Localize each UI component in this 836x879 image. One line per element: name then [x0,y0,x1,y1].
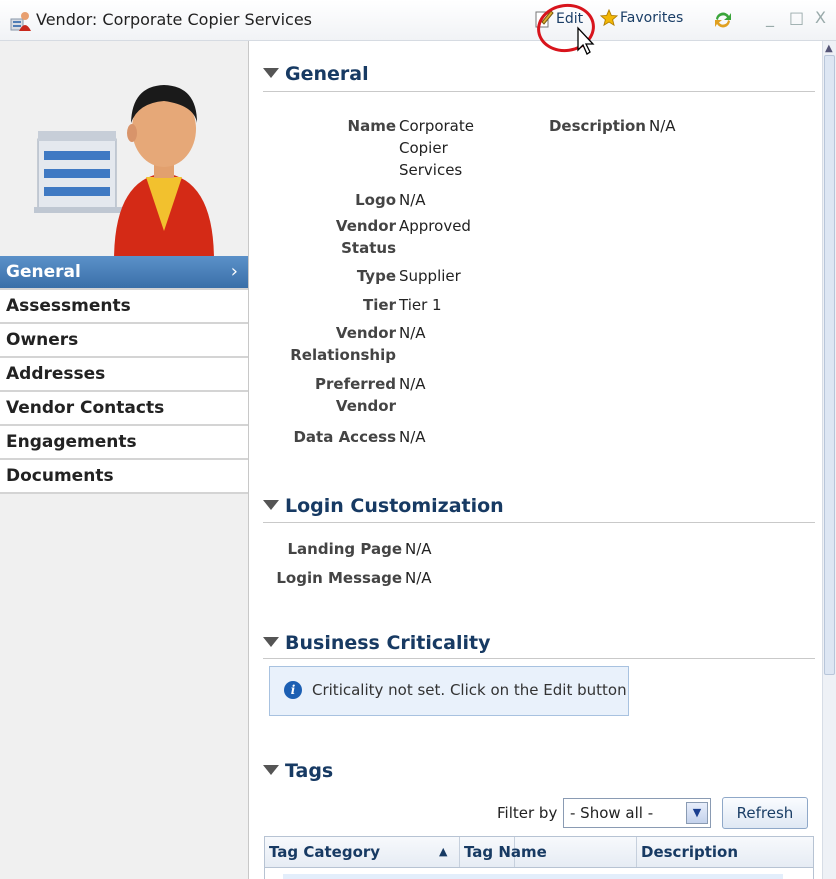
logo-label: Logo [355,191,396,209]
login-message-value: N/A [405,569,432,587]
tier-label: Tier [363,296,396,314]
preferred-vendor-label-2: Vendor [335,397,396,415]
name-label: Name [347,117,396,135]
window-title: Vendor: Corporate Copier Services [36,10,313,29]
criticality-section-toggle[interactable]: Business Criticality [263,632,490,654]
sidebar-item-general[interactable]: General › [0,256,248,290]
collapse-triangle-icon [263,636,279,647]
general-heading: General [285,63,369,85]
divider [263,658,815,659]
preferred-vendor-value: N/A [399,375,426,393]
landing-page-label: Landing Page [287,540,403,558]
table-row[interactable] [283,874,783,879]
tags-heading: Tags [285,760,334,782]
logo-value: N/A [399,191,426,209]
type-label: Type [356,267,396,285]
sidebar-item-documents[interactable]: Documents [0,460,248,494]
tags-section-toggle[interactable]: Tags [263,760,333,782]
type-value: Supplier [399,267,461,285]
sidebar-item-label: Addresses [6,364,106,384]
maximize-button[interactable]: □ [789,8,804,27]
sidebar-item-label: Assessments [6,296,131,316]
collapse-triangle-icon [263,764,279,775]
data-access-label: Data Access [293,428,396,446]
preferred-vendor-label-1: Preferred [315,375,396,393]
vendor-relationship-value: N/A [399,324,426,342]
vendor-icon [10,12,31,31]
chevron-down-icon[interactable]: ▼ [686,802,708,824]
sidebar-item-label: Engagements [6,432,137,452]
close-button[interactable]: X [815,8,826,27]
filter-select-value: - Show all - [570,804,654,822]
criticality-info-box: i Criticality not set. Click on the Edit… [269,666,629,716]
filter-select[interactable]: - Show all - ▼ [563,798,711,828]
sidebar-item-label: Owners [6,330,79,350]
main-content: General Name Corporate Copier Services D… [249,41,822,879]
criticality-info-text: Criticality not set. Click on the Edit b… [312,681,627,699]
divider [263,522,815,523]
vendor-relationship-label-1: Vendor [335,324,396,342]
sort-asc-icon: ▲ [439,845,448,858]
sidebar-item-label: Vendor Contacts [6,398,165,418]
vendor-status-value: Approved [399,217,471,235]
name-value-1: Corporate [399,117,474,135]
column-header-tag-name[interactable]: Tag Name [459,837,637,867]
name-value-3: Services [399,161,463,179]
tier-value: Tier 1 [399,296,442,314]
sidebar-item-label: Documents [6,466,114,486]
scroll-up-icon[interactable]: ▲ [825,43,833,54]
sidebar-item-vendor-contacts[interactable]: Vendor Contacts [0,392,248,426]
data-access-value: N/A [399,428,426,446]
sidebar-item-label: General [6,262,81,282]
minimize-button[interactable]: _ [766,8,774,27]
vendor-status-label-1: Vendor [335,217,396,235]
description-value: N/A [649,117,676,135]
vendor-status-label-2: Status [341,239,396,257]
name-value-2: Copier [399,139,448,157]
sidebar-nav: General › Assessments Owners Addresses V… [0,256,248,494]
vendor-avatar [34,85,214,261]
favorites-button[interactable]: Favorites [600,9,683,27]
divider [263,91,815,92]
info-icon: i [284,681,302,699]
landing-page-value: N/A [405,540,432,558]
column-header-description[interactable]: Description [637,837,813,867]
collapse-triangle-icon [263,67,279,78]
favorites-label: Favorites [620,10,684,26]
refresh-button[interactable]: Refresh [722,797,808,829]
login-heading: Login Customization [285,495,504,517]
filter-label: Filter by [497,804,558,822]
sidebar-item-engagements[interactable]: Engagements [0,426,248,460]
description-label: Description [548,117,646,135]
star-icon [600,9,618,27]
collapse-triangle-icon [263,499,279,510]
general-section-toggle[interactable]: General [263,63,369,85]
login-section-toggle[interactable]: Login Customization [263,495,504,517]
vendor-relationship-label-2: Relationship [290,346,396,364]
tags-grid-header: Tag Category ▲ Tag Name Description [264,836,814,868]
vertical-scrollbar[interactable]: ▲ [822,41,836,879]
tags-grid-body [264,868,814,879]
sidebar-item-assessments[interactable]: Assessments [0,290,248,324]
sidebar-item-addresses[interactable]: Addresses [0,358,248,392]
window-titlebar: Vendor: Corporate Copier Services Edit F… [0,0,836,56]
sidebar-item-owners[interactable]: Owners [0,324,248,358]
criticality-heading: Business Criticality [285,632,491,654]
scrollbar-thumb[interactable] [824,55,835,675]
sidebar: General › Assessments Owners Addresses V… [0,41,249,879]
chevron-right-icon: › [230,261,238,282]
sync-icon[interactable] [712,9,734,31]
login-message-label: Login Message [276,569,402,587]
